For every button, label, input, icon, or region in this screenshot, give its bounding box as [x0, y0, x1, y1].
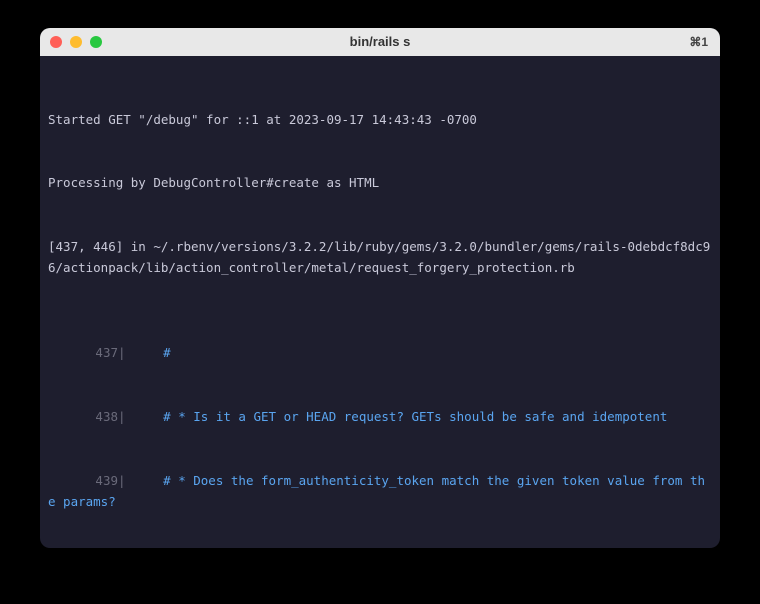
log-line: [437, 446] in ~/.rbenv/versions/3.2.2/li…: [48, 236, 712, 279]
traffic-lights: [50, 36, 102, 48]
line-number: 437: [70, 342, 118, 363]
code-text: # * Is it a GET or HEAD request? GETs sh…: [163, 409, 667, 424]
code-text: #: [163, 345, 171, 360]
code-line: 439| # * Does the form_authenticity_toke…: [48, 470, 712, 513]
window-shortcut: ⌘1: [689, 32, 708, 52]
terminal-window: bin/rails s ⌘1 Started GET "/debug" for …: [40, 28, 720, 548]
line-number: 438: [70, 406, 118, 427]
close-icon[interactable]: [50, 36, 62, 48]
log-line: Processing by DebugController#create as …: [48, 172, 712, 193]
minimize-icon[interactable]: [70, 36, 82, 48]
zoom-icon[interactable]: [90, 36, 102, 48]
terminal-body[interactable]: Started GET "/debug" for ::1 at 2023-09-…: [40, 56, 720, 548]
titlebar[interactable]: bin/rails s ⌘1: [40, 28, 720, 56]
window-title: bin/rails s: [350, 31, 411, 53]
code-line: 437| #: [48, 342, 712, 363]
line-number: 439: [70, 470, 118, 491]
log-line: Started GET "/debug" for ::1 at 2023-09-…: [48, 109, 712, 130]
code-line: 438| # * Is it a GET or HEAD request? GE…: [48, 406, 712, 427]
